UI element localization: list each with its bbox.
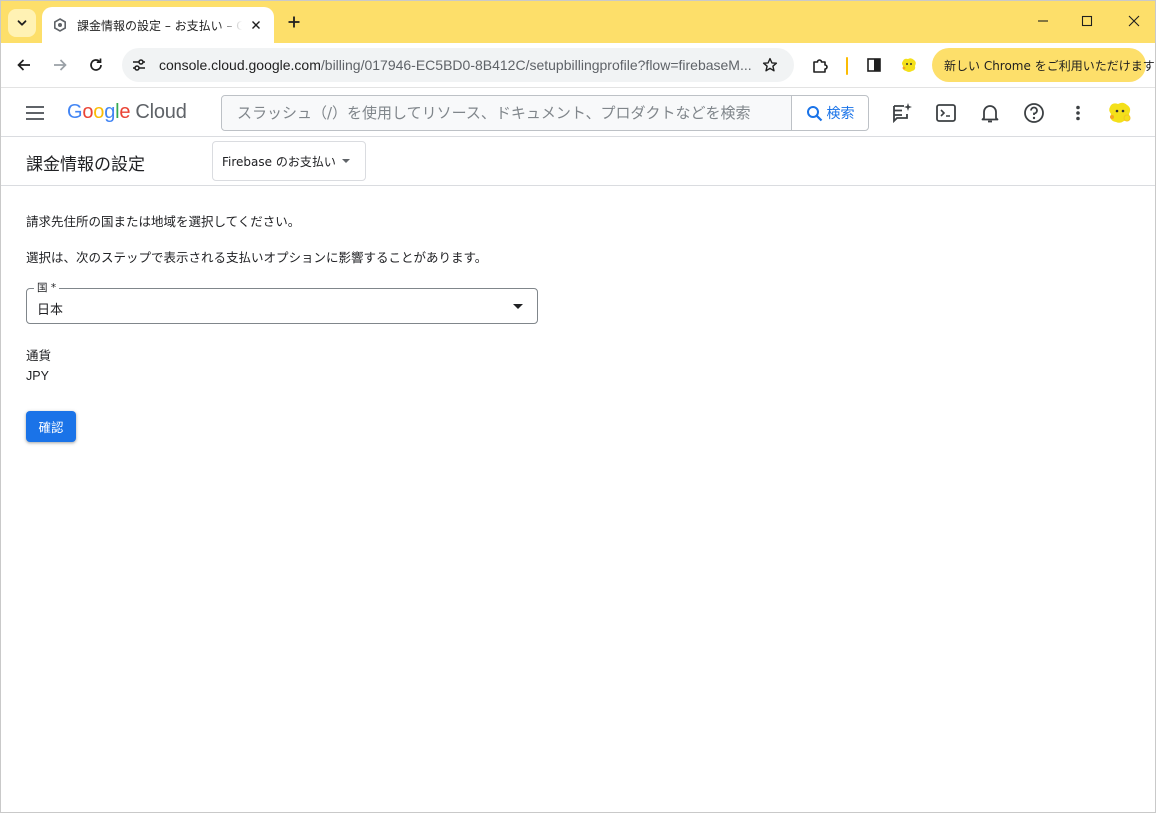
profile-button[interactable] xyxy=(893,49,925,81)
new-tab-button[interactable] xyxy=(282,10,306,34)
account-avatar[interactable] xyxy=(1103,96,1137,130)
address-bar[interactable]: console.cloud.google.com/billing/017946-… xyxy=(122,48,794,82)
close-icon xyxy=(1128,15,1140,27)
back-button[interactable] xyxy=(8,49,40,81)
country-value: 日本 xyxy=(37,303,64,318)
search-input[interactable] xyxy=(222,96,791,130)
minimize-icon xyxy=(1038,20,1048,22)
terminal-icon xyxy=(936,104,956,122)
search-button[interactable]: 検索 xyxy=(791,96,868,130)
url-text: console.cloud.google.com/billing/017946-… xyxy=(159,57,754,73)
more-vert-icon xyxy=(1076,105,1080,121)
browser-toolbar: console.cloud.google.com/billing/017946-… xyxy=(1,43,1155,88)
url-path: /billing/017946-EC5BD0-8B412C/setupbilli… xyxy=(320,57,752,73)
gemini-chat-button[interactable] xyxy=(886,97,918,129)
profile-avatar-icon xyxy=(902,58,916,72)
reload-icon xyxy=(90,58,102,71)
hamburger-icon xyxy=(26,106,44,120)
minimize-button[interactable] xyxy=(1020,1,1066,41)
tab-active[interactable]: 課金情報の設定 – お支払い – Google Cloud xyxy=(42,7,274,43)
url-host: console.cloud.google.com xyxy=(159,57,321,73)
currency-value: JPY xyxy=(26,369,49,383)
country-label: 国 * xyxy=(34,282,60,295)
puzzle-icon xyxy=(813,59,828,73)
update-label: 新しい Chrome をご利用いただけます xyxy=(944,58,1155,73)
tab-search-button[interactable] xyxy=(8,9,36,37)
google-cloud-logo[interactable]: Google Cloud xyxy=(67,101,187,124)
currency-label: 通貨 xyxy=(26,348,52,363)
notifications-button[interactable] xyxy=(974,97,1006,129)
maximize-icon xyxy=(1081,15,1093,27)
bookmark-star-icon[interactable] xyxy=(754,49,786,81)
billing-account-select[interactable]: Firebase のお支払い xyxy=(212,141,366,181)
settings-menu-button[interactable] xyxy=(1062,97,1094,129)
billing-account-label: Firebase のお支払い xyxy=(222,154,336,169)
chat-spark-icon xyxy=(893,103,912,124)
chevron-down-icon xyxy=(17,20,27,26)
avatar-icon xyxy=(1109,102,1131,123)
caret-down-icon xyxy=(341,159,350,163)
help-icon xyxy=(1024,103,1044,123)
gcp-header: GoogleCloud 検索 xyxy=(1,89,1155,137)
bell-icon xyxy=(981,105,999,123)
maximize-button[interactable] xyxy=(1064,1,1110,41)
arrow-left-icon xyxy=(17,59,30,71)
confirm-button[interactable]: 確認 xyxy=(26,411,76,442)
forward-button[interactable] xyxy=(44,49,76,81)
gcp-favicon-icon xyxy=(52,17,68,33)
tab-title: 課金情報の設定 – お支払い – Google Cloud xyxy=(77,18,242,33)
side-panel-icon xyxy=(867,58,881,72)
browser-window: 課金情報の設定 – お支払い – Google Cloud xyxy=(0,0,1156,813)
page-title: 課金情報の設定 xyxy=(26,155,145,175)
logo-cloud: Cloud xyxy=(135,101,187,123)
dropdown-arrow-icon xyxy=(513,304,523,309)
cloud-shell-button[interactable] xyxy=(930,97,962,129)
side-panel-button[interactable] xyxy=(858,49,890,81)
window-close-button[interactable] xyxy=(1111,1,1155,41)
tab-strip: 課金情報の設定 – お支払い – Google Cloud xyxy=(1,1,1155,43)
help-button[interactable] xyxy=(1018,97,1050,129)
page-subheader: 課金情報の設定 Firebase のお支払い xyxy=(1,137,1155,186)
plus-icon xyxy=(288,16,300,28)
chrome-update-button[interactable]: 新しい Chrome をご利用いただけます xyxy=(932,48,1155,82)
arrow-right-icon xyxy=(54,59,67,71)
extensions-button[interactable] xyxy=(804,49,836,81)
tab-close-icon[interactable] xyxy=(248,17,264,33)
country-select[interactable]: 国 * 日本 xyxy=(26,282,538,324)
instruction-text: 請求先住所の国または地域を選択してください。 xyxy=(26,214,301,229)
site-info-icon[interactable] xyxy=(125,51,153,79)
instruction-note: 選択は、次のステップで表示される支払いオプションに影響することがあります。 xyxy=(26,250,488,265)
search-icon xyxy=(806,105,822,121)
nav-menu-button[interactable] xyxy=(19,97,51,129)
search-bar: 検索 xyxy=(221,95,869,131)
logo-google: Google xyxy=(67,101,131,123)
reload-button[interactable] xyxy=(80,49,112,81)
search-button-label: 検索 xyxy=(826,106,855,122)
toolbar-divider xyxy=(846,57,848,75)
